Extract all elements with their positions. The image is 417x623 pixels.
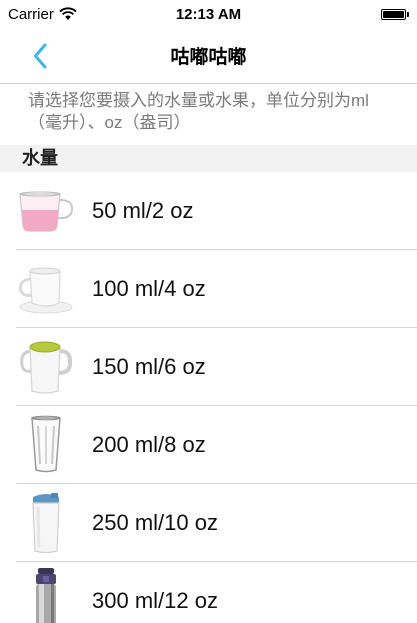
list-item-300ml[interactable]: 300 ml/12 oz <box>0 562 417 623</box>
list-item-50ml[interactable]: 50 ml/2 oz <box>0 172 417 250</box>
water-amount-list: 50 ml/2 oz 100 ml/4 oz 150 ml/6 oz 200 m… <box>0 172 417 623</box>
white-mug-icon <box>16 254 76 324</box>
item-label: 50 ml/2 oz <box>92 198 194 223</box>
glass-icon <box>16 410 76 480</box>
navigation-bar: 咕嘟咕嘟 <box>0 28 417 84</box>
carrier-label: Carrier <box>8 5 54 23</box>
tumbler-icon <box>16 488 76 558</box>
item-label: 300 ml/12 oz <box>92 588 218 613</box>
list-item-200ml[interactable]: 200 ml/8 oz <box>0 406 417 484</box>
list-item-250ml[interactable]: 250 ml/10 oz <box>0 484 417 562</box>
item-label: 250 ml/10 oz <box>92 510 218 535</box>
tea-mug-icon <box>16 332 76 402</box>
battery-icon <box>381 8 409 20</box>
item-label: 100 ml/4 oz <box>92 276 206 301</box>
pink-tea-cup-icon <box>16 176 76 246</box>
wifi-icon <box>59 7 77 20</box>
thermos-icon <box>16 566 76 623</box>
chevron-left-icon <box>34 43 47 69</box>
status-bar: Carrier 12:13 AM <box>0 0 417 28</box>
section-header-water: 水量 <box>0 145 417 172</box>
back-button[interactable] <box>22 38 58 74</box>
list-item-100ml[interactable]: 100 ml/4 oz <box>0 250 417 328</box>
item-label: 150 ml/6 oz <box>92 354 206 379</box>
list-item-150ml[interactable]: 150 ml/6 oz <box>0 328 417 406</box>
page-title: 咕嘟咕嘟 <box>170 47 247 68</box>
status-left: Carrier <box>8 6 77 23</box>
item-label: 200 ml/8 oz <box>92 432 206 457</box>
instructions-text: 请选择您要摄入的水量或水果，单位分别为ml（毫升）、oz（盎司） <box>28 91 369 132</box>
